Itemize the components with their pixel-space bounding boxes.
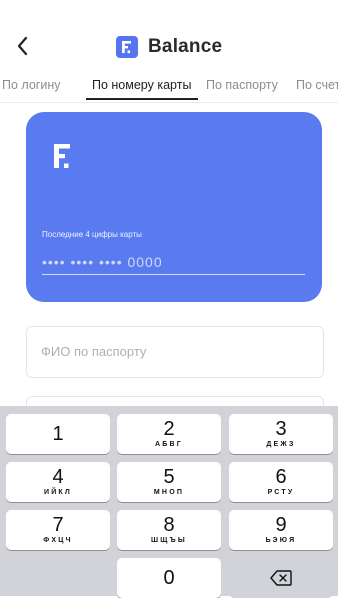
card-digits-input[interactable]: •••• •••• •••• 0000	[42, 254, 305, 275]
key-letters: РСТУ	[267, 489, 295, 496]
card-digits-label: Последние 4 цифры карты	[42, 230, 142, 239]
key-digit: 8	[163, 514, 175, 536]
key-5[interactable]: 5 МНОП	[117, 462, 221, 502]
tab-account[interactable]: По счет	[296, 78, 338, 92]
key-digit: 5	[163, 466, 175, 488]
delete-button[interactable]	[229, 558, 333, 598]
card-digits-value: •••• •••• •••• 0000	[42, 254, 163, 270]
tab-login[interactable]: По логину	[2, 78, 61, 92]
key-digit: 7	[52, 514, 64, 536]
numeric-keyboard: 1 2 АБВГ 3 ДЕЖЗ 4 ИЙКЛ 5 МНОП 6 РСТУ 7 Ф…	[0, 406, 338, 598]
card-logo-icon	[52, 142, 74, 175]
brand: Balance	[116, 36, 222, 58]
tab-card-number[interactable]: По номеру карты	[92, 78, 191, 92]
brand-logo-icon	[116, 36, 138, 58]
key-4[interactable]: 4 ИЙКЛ	[6, 462, 110, 502]
key-letters: ШЩЪЫ	[151, 537, 187, 544]
key-0[interactable]: 0	[117, 558, 221, 598]
key-letters: ДЕЖЗ	[266, 441, 296, 448]
key-letters: МНОП	[153, 489, 185, 496]
key-letters: ФХЦЧ	[43, 537, 73, 544]
key-letters: ЬЭЮЯ	[265, 537, 297, 544]
chevron-left-icon	[17, 36, 28, 56]
search-method-tabs: По логину По номеру карты По паспорту По…	[0, 78, 338, 102]
key-1[interactable]: 1	[6, 414, 110, 454]
bank-card: Последние 4 цифры карты •••• •••• •••• 0…	[26, 112, 322, 302]
key-digit: 1	[52, 423, 64, 445]
key-digit: 0	[163, 567, 175, 589]
key-3[interactable]: 3 ДЕЖЗ	[229, 414, 333, 454]
key-digit: 4	[52, 466, 64, 488]
key-6[interactable]: 6 РСТУ	[229, 462, 333, 502]
key-digit: 9	[275, 514, 287, 536]
key-digit: 6	[275, 466, 287, 488]
key-digit: 2	[163, 418, 175, 440]
tab-passport[interactable]: По паспорту	[206, 78, 278, 92]
key-letters: ИЙКЛ	[43, 489, 73, 496]
fio-placeholder: ФИО по паспорту	[41, 344, 147, 359]
backspace-icon	[270, 570, 292, 586]
key-9[interactable]: 9 ЬЭЮЯ	[229, 510, 333, 550]
key-8[interactable]: 8 ШЩЪЫ	[117, 510, 221, 550]
fio-field[interactable]: ФИО по паспорту	[26, 326, 324, 378]
tabs-divider	[0, 102, 338, 103]
key-digit: 3	[275, 418, 287, 440]
key-letters: АБВГ	[155, 441, 183, 448]
key-7[interactable]: 7 ФХЦЧ	[6, 510, 110, 550]
app-header: Balance	[0, 0, 338, 70]
app-title: Balance	[148, 36, 223, 57]
key-2[interactable]: 2 АБВГ	[117, 414, 221, 454]
active-tab-indicator	[86, 98, 198, 100]
back-button[interactable]	[14, 34, 34, 58]
